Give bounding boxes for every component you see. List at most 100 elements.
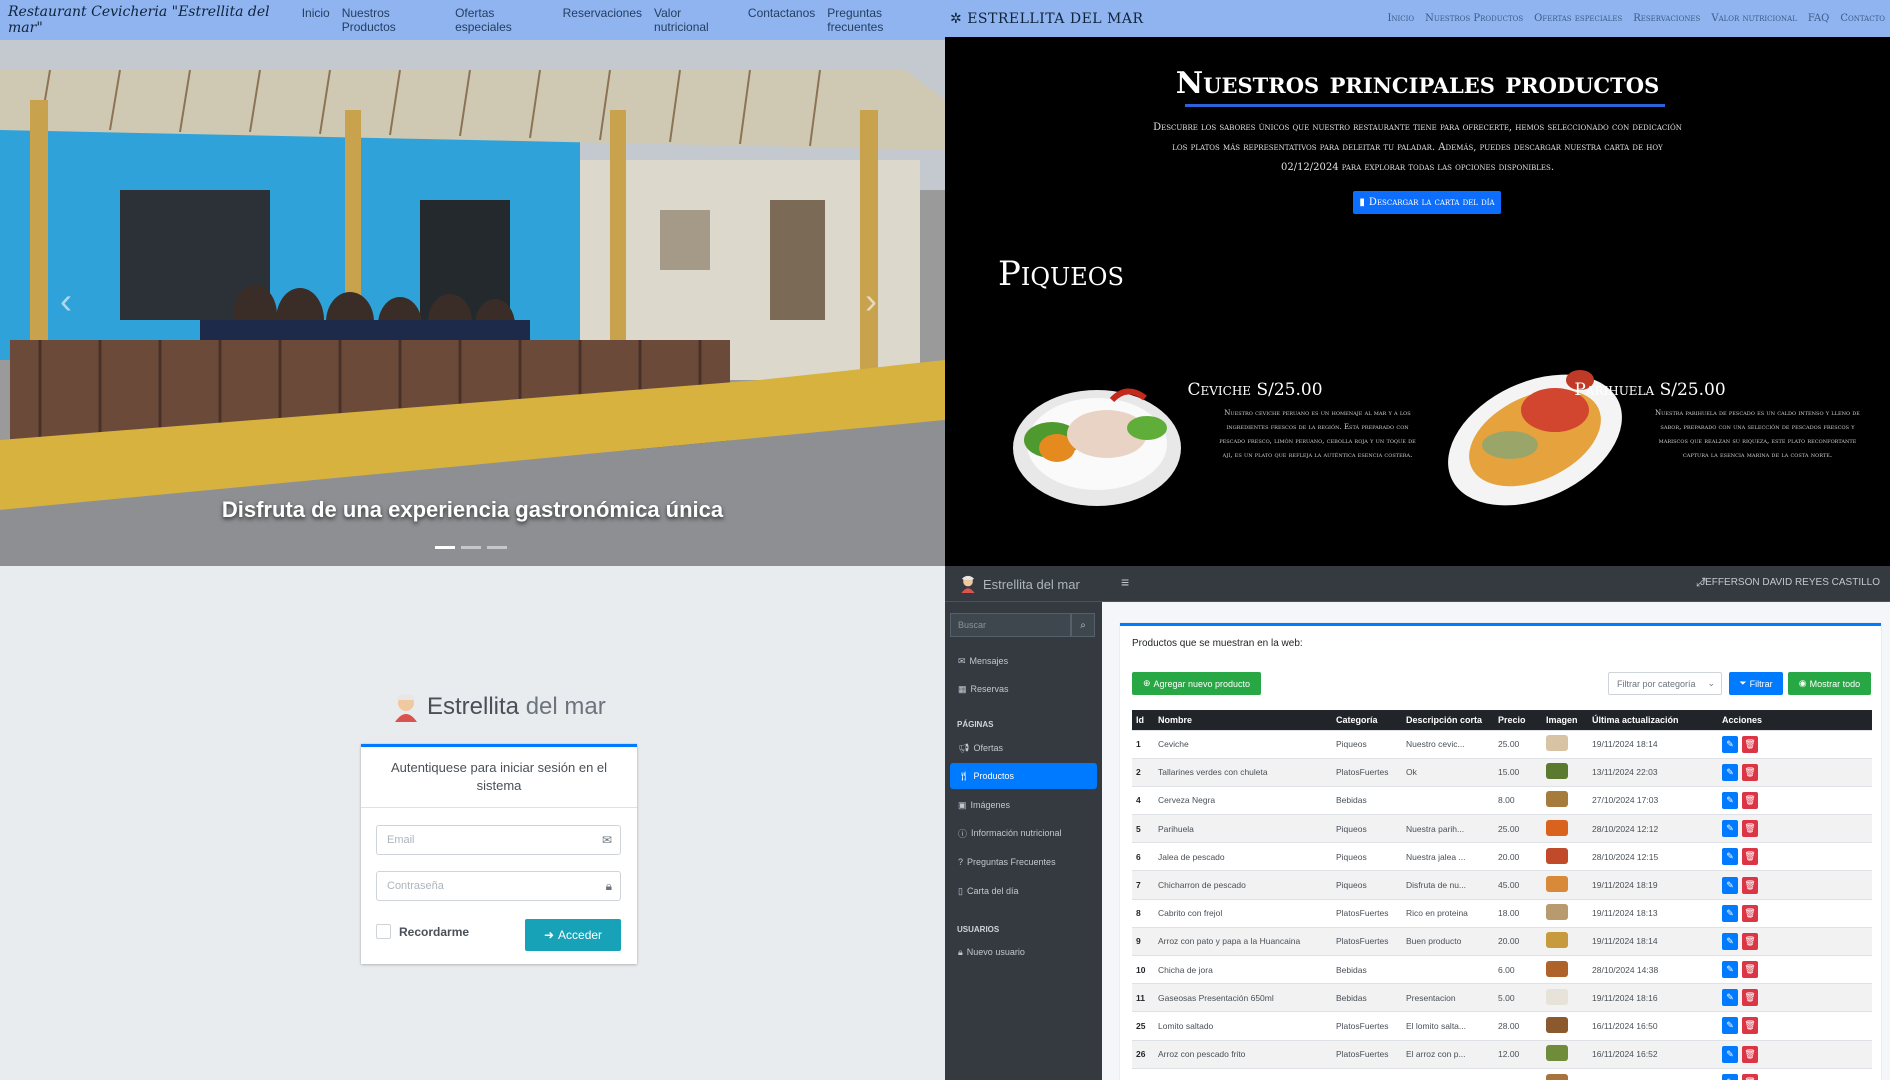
category-filter-select[interactable]: Filtrar por categoría ⌄ <box>1608 672 1722 695</box>
product-actions-cell: ✎🗑︎ <box>1718 954 1872 984</box>
nav-link[interactable]: Nuestros Productos <box>1425 13 1523 24</box>
edit-icon[interactable]: ✎ <box>1722 904 1738 922</box>
admin-topbar: Estrellita del mar ≡ ⤢ JEFFERSON DAVID R… <box>945 566 1890 602</box>
product-name-cell: Cabrito con frejol <box>1154 898 1332 928</box>
sidebar-item-label: Ofertas <box>973 743 1003 753</box>
nav-link[interactable]: Ofertas especiales <box>455 6 551 34</box>
home-brand[interactable]: Restaurant Cevicheria "Estrellita del ma… <box>8 4 302 36</box>
sidebar-item-ofertas[interactable]: 📢︎ Ofertas <box>950 735 1097 761</box>
column-header: Descripción corta <box>1402 710 1494 730</box>
edit-icon[interactable]: ✎ <box>1722 848 1738 866</box>
dish-description: Nuestra parihuela de pescado es un caldo… <box>1655 409 1860 459</box>
sidebar-item-nuevo-usuario[interactable]: 🔒︎ Nuevo usuario <box>950 939 1097 965</box>
nav-link[interactable]: Reservaciones <box>1633 13 1700 24</box>
login-button[interactable]: ➜ Acceder <box>525 919 621 951</box>
table-row: 11 Gaseosas Presentación 650ml Bebidas Pres… <box>1132 983 1872 1012</box>
search-placeholder: Buscar <box>958 620 987 630</box>
product-category-cell: Piqueos <box>1332 729 1402 759</box>
password-field[interactable]: Contraseña 🔒︎ <box>376 871 621 901</box>
remember-checkbox[interactable] <box>376 924 391 939</box>
edit-icon[interactable]: ✎ <box>1722 763 1738 781</box>
edit-icon[interactable]: ✎ <box>1722 961 1738 979</box>
delete-icon[interactable]: 🗑︎ <box>1742 876 1758 894</box>
delete-icon[interactable]: 🗑︎ <box>1742 1074 1758 1080</box>
nav-link[interactable]: Valor nutricional <box>654 6 736 34</box>
sidebar-item-preguntas-frecuentes[interactable]: ? Preguntas Frecuentes <box>950 849 1097 875</box>
filter-button[interactable]: ⏷ Filtrar <box>1729 672 1783 695</box>
delete-icon[interactable]: 🗑︎ <box>1742 1017 1758 1035</box>
nav-link[interactable]: Valor nutricional <box>1711 13 1797 24</box>
product-name-cell: Chicharron de pescado <box>1154 870 1332 900</box>
hero-carousel: ‹ › <box>0 40 945 566</box>
carousel-prev-icon[interactable]: ‹ <box>60 280 72 322</box>
product-updated-cell: 19/11/2024 18:16 <box>1588 983 1718 1012</box>
edit-icon[interactable]: ✎ <box>1722 1074 1738 1080</box>
table-row: 6 Jalea de pescado Piqueos Nuestra jalea ..… <box>1132 842 1872 871</box>
sidebar-item-carta-del-dia[interactable]: ▯ Carta del día <box>950 878 1097 904</box>
sidebar-item-productos[interactable]: 🍴︎ Productos <box>950 763 1097 789</box>
delete-icon[interactable]: 🗑︎ <box>1742 735 1758 753</box>
product-image-cell <box>1542 926 1588 956</box>
download-menu-button[interactable]: ▮ Descargar la carta del día <box>1353 191 1501 214</box>
menu-toggle-icon[interactable]: ≡ <box>1121 574 1129 590</box>
carousel-indicator[interactable] <box>461 546 481 549</box>
sidebar-item-imagenes[interactable]: ▣ Imágenes <box>950 792 1097 818</box>
delete-icon[interactable]: 🗑︎ <box>1742 932 1758 950</box>
carousel-next-icon[interactable]: › <box>865 280 877 322</box>
product-updated-cell: 28/10/2024 12:15 <box>1588 842 1718 871</box>
nav-link[interactable]: Preguntas frecuentes <box>827 6 937 34</box>
edit-icon[interactable]: ✎ <box>1722 876 1738 894</box>
product-category-cell: PlatosFuertes <box>1332 898 1402 928</box>
edit-icon[interactable]: ✎ <box>1722 735 1738 753</box>
product-description-cell: Buen producto <box>1402 926 1494 956</box>
sidebar-item-reservas[interactable]: ▦ Reservas <box>950 676 1097 702</box>
product-actions-cell: ✎🗑︎ <box>1718 814 1872 843</box>
table-row: 10 Chicha de jora Bebidas 6.00 28/10/2024 14… <box>1132 954 1872 984</box>
product-image-cell <box>1542 954 1588 984</box>
products-brand[interactable]: ✲ ESTRELLITA DEL MAR <box>950 11 1144 27</box>
nav-link[interactable]: Inicio <box>302 6 330 34</box>
admin-brand[interactable]: Estrellita del mar <box>960 575 1080 593</box>
product-id-cell: 5 <box>1132 814 1154 843</box>
delete-icon[interactable]: 🗑︎ <box>1742 1045 1758 1063</box>
remember-me[interactable]: Recordarme <box>376 924 469 939</box>
edit-icon[interactable]: ✎ <box>1722 1045 1738 1063</box>
row-actions: ✎🗑︎ <box>1722 735 1868 753</box>
add-product-button[interactable]: ⊕ Agregar nuevo producto <box>1132 672 1261 695</box>
nav-link[interactable]: Reservaciones <box>563 6 642 34</box>
delete-icon[interactable]: 🗑︎ <box>1742 791 1758 809</box>
nav-link[interactable]: Inicio <box>1387 13 1414 24</box>
sidebar-item-informacion-nutricional[interactable]: ⓘ Información nutricional <box>950 820 1097 846</box>
carousel-indicator[interactable] <box>487 546 507 549</box>
user-name[interactable]: JEFFERSON DAVID REYES CASTILLO <box>1700 577 1880 588</box>
show-all-button[interactable]: ◉ Mostrar todo <box>1788 672 1871 695</box>
edit-icon[interactable]: ✎ <box>1722 1017 1738 1035</box>
nav-link[interactable]: Contactanos <box>748 6 815 34</box>
product-name-cell: Ceviche <box>1154 729 1332 759</box>
sidebar-item-mensajes[interactable]: ✉ Mensajes <box>950 648 1097 674</box>
edit-icon[interactable]: ✎ <box>1722 932 1738 950</box>
delete-icon[interactable]: 🗑︎ <box>1742 763 1758 781</box>
edit-icon[interactable]: ✎ <box>1722 989 1738 1007</box>
delete-icon[interactable]: 🗑︎ <box>1742 961 1758 979</box>
delete-icon[interactable]: 🗑︎ <box>1742 848 1758 866</box>
delete-icon[interactable]: 🗑︎ <box>1742 820 1758 838</box>
edit-icon[interactable]: ✎ <box>1722 791 1738 809</box>
email-field[interactable]: Email ✉ <box>376 825 621 855</box>
delete-icon[interactable]: 🗑︎ <box>1742 989 1758 1007</box>
logo-main: Estrellita <box>427 693 520 720</box>
carousel-indicator[interactable] <box>435 546 455 549</box>
sidebar-search-input[interactable]: Buscar <box>950 613 1071 637</box>
edit-icon[interactable]: ✎ <box>1722 820 1738 838</box>
nav-link[interactable]: Ofertas especiales <box>1534 13 1622 24</box>
star-icon: ✲ <box>950 10 968 27</box>
product-description-cell: El arroz con p... <box>1402 1039 1494 1069</box>
search-icon[interactable]: ⌕ <box>1071 613 1095 637</box>
delete-icon[interactable]: 🗑︎ <box>1742 904 1758 922</box>
nav-link[interactable]: Nuestros Productos <box>342 6 443 34</box>
nav-link[interactable]: FAQ <box>1808 13 1830 24</box>
product-actions-cell: ✎🗑︎ <box>1718 1011 1872 1041</box>
product-image-cell <box>1542 785 1588 815</box>
product-actions-cell: ✎🗑︎ <box>1718 757 1872 787</box>
nav-link[interactable]: Contacto <box>1840 13 1885 24</box>
